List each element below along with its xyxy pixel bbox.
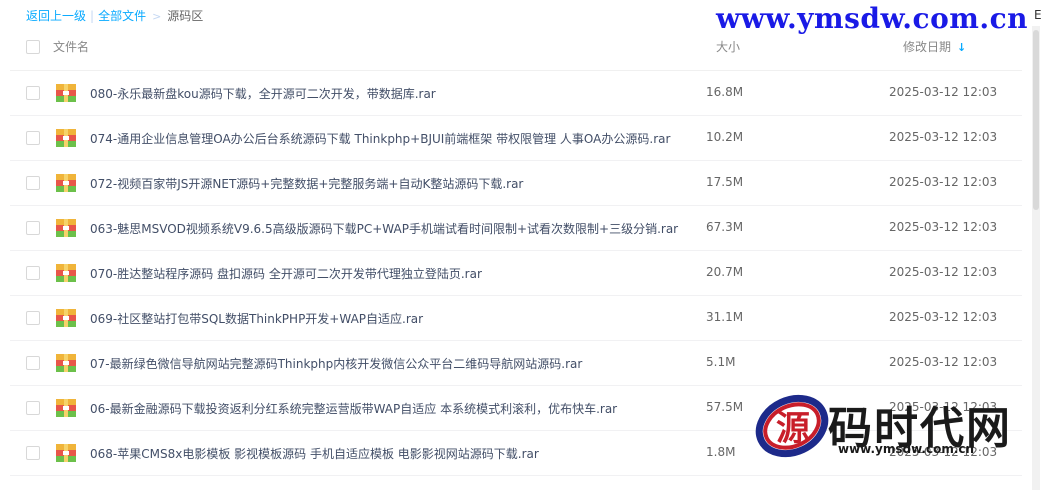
rar-file-icon: [56, 174, 76, 192]
all-files-link[interactable]: 全部文件: [98, 9, 146, 23]
checkbox-box[interactable]: [26, 40, 40, 54]
row-checkbox[interactable]: [26, 266, 40, 280]
file-date: 2025-03-12 12:03: [889, 85, 998, 99]
file-date: 2025-03-12 12:03: [889, 355, 998, 369]
scrollbar[interactable]: [1032, 26, 1040, 490]
file-row[interactable]: 072-视频百家带JS开源NET源码+完整数据+完整服务端+自动K整站源码下载.…: [10, 161, 1022, 206]
file-name[interactable]: 07-最新绿色微信导航网站完整源码Thinkphp内核开发微信公众平台二维码导航…: [90, 355, 582, 372]
checkbox-box[interactable]: [26, 446, 40, 460]
rar-file-icon: [56, 354, 76, 372]
arrow-down-icon[interactable]: ↓: [957, 41, 966, 54]
checkbox-box[interactable]: [26, 131, 40, 145]
rar-file-icon: [56, 399, 76, 417]
file-size: 67.3M: [706, 220, 744, 234]
file-row[interactable]: 070-胜达整站程序源码 盘扣源码 全开源可二次开发带代理独立登陆页.rar 20…: [10, 251, 1022, 296]
breadcrumb-separator: |: [90, 9, 95, 23]
rar-file-icon: [56, 309, 76, 327]
file-date: 2025-03-12 12:03: [889, 220, 998, 234]
file-size: 10.2M: [706, 130, 744, 144]
rar-file-icon: [56, 84, 76, 102]
column-header-date[interactable]: 修改日期 ↓: [903, 38, 966, 55]
select-all-checkbox[interactable]: [26, 40, 40, 54]
logo-emblem-icon: 源: [755, 394, 829, 458]
file-name[interactable]: 074-通用企业信息管理OA办公后台系统源码下载 Thinkphp+BJUI前端…: [90, 130, 670, 147]
rar-file-icon: [56, 129, 76, 147]
checkbox-box[interactable]: [26, 176, 40, 190]
breadcrumb-arrow: >: [152, 10, 162, 23]
checkbox-box[interactable]: [26, 86, 40, 100]
file-size: 16.8M: [706, 85, 744, 99]
rar-file-icon: [56, 444, 76, 462]
row-checkbox[interactable]: [26, 311, 40, 325]
file-date: 2025-03-12 12:03: [889, 265, 998, 279]
file-row[interactable]: 080-永乐最新盘kou源码下载，全开源可二次开发，带数据库.rar 16.8M 2…: [10, 71, 1022, 116]
file-name[interactable]: 068-苹果CMS8x电影模板 影视模板源码 手机自适应模板 电影影视网站源码下…: [90, 445, 539, 462]
scrollbar-thumb[interactable]: [1033, 30, 1039, 210]
file-date: 2025-03-12 12:03: [889, 130, 998, 144]
row-checkbox[interactable]: [26, 401, 40, 415]
checkbox-box[interactable]: [26, 401, 40, 415]
file-row[interactable]: 074-通用企业信息管理OA办公后台系统源码下载 Thinkphp+BJUI前端…: [10, 116, 1022, 161]
rar-file-icon: [56, 264, 76, 282]
file-list-header: 文件名 大小 修改日期 ↓: [0, 30, 1030, 64]
file-name[interactable]: 080-永乐最新盘kou源码下载，全开源可二次开发，带数据库.rar: [90, 85, 436, 102]
row-checkbox[interactable]: [26, 131, 40, 145]
file-size: 57.5M: [706, 400, 744, 414]
file-name[interactable]: 070-胜达整站程序源码 盘扣源码 全开源可二次开发带代理独立登陆页.rar: [90, 265, 482, 282]
column-header-name[interactable]: 文件名: [53, 38, 89, 55]
rar-file-icon: [56, 219, 76, 237]
file-size: 5.1M: [706, 355, 736, 369]
file-size: 17.5M: [706, 175, 744, 189]
corner-char: E: [1034, 8, 1042, 22]
checkbox-box[interactable]: [26, 356, 40, 370]
column-header-size[interactable]: 大小: [716, 38, 740, 55]
file-name[interactable]: 06-最新金融源码下载投资返利分红系统完整运营版带WAP自适应 本系统模式利滚利…: [90, 400, 617, 417]
logo-glyph: 源: [776, 409, 810, 449]
breadcrumb-current: 源码区: [167, 9, 204, 23]
checkbox-box[interactable]: [26, 266, 40, 280]
column-header-date-label: 修改日期: [903, 40, 952, 54]
file-name[interactable]: 063-魅思MSVOD视频系统V9.6.5高级版源码下载PC+WAP手机端试看时…: [90, 220, 678, 237]
row-checkbox[interactable]: [26, 446, 40, 460]
file-row[interactable]: 069-社区整站打包带SQL数据ThinkPHP开发+WAP自适应.rar 31.…: [10, 296, 1022, 341]
file-row[interactable]: 07-最新绿色微信导航网站完整源码Thinkphp内核开发微信公众平台二维码导航…: [10, 341, 1022, 386]
file-name[interactable]: 072-视频百家带JS开源NET源码+完整数据+完整服务端+自动K整站源码下载.…: [90, 175, 523, 192]
file-name[interactable]: 069-社区整站打包带SQL数据ThinkPHP开发+WAP自适应.rar: [90, 310, 423, 327]
file-size: 20.7M: [706, 265, 744, 279]
row-checkbox[interactable]: [26, 86, 40, 100]
watermark-logo-url: www.ymsdw.com.cn: [838, 442, 975, 456]
row-checkbox[interactable]: [26, 356, 40, 370]
checkbox-box[interactable]: [26, 311, 40, 325]
row-checkbox[interactable]: [26, 176, 40, 190]
file-row[interactable]: 063-魅思MSVOD视频系统V9.6.5高级版源码下载PC+WAP手机端试看时…: [10, 206, 1022, 251]
breadcrumb: 返回上一级 | 全部文件 > 源码区: [26, 7, 203, 24]
file-size: 31.1M: [706, 310, 744, 324]
row-checkbox[interactable]: [26, 221, 40, 235]
checkbox-box[interactable]: [26, 221, 40, 235]
file-date: 2025-03-12 12:03: [889, 175, 998, 189]
file-size: 1.8M: [706, 445, 736, 459]
back-link[interactable]: 返回上一级: [26, 9, 86, 23]
file-date: 2025-03-12 12:03: [889, 310, 998, 324]
